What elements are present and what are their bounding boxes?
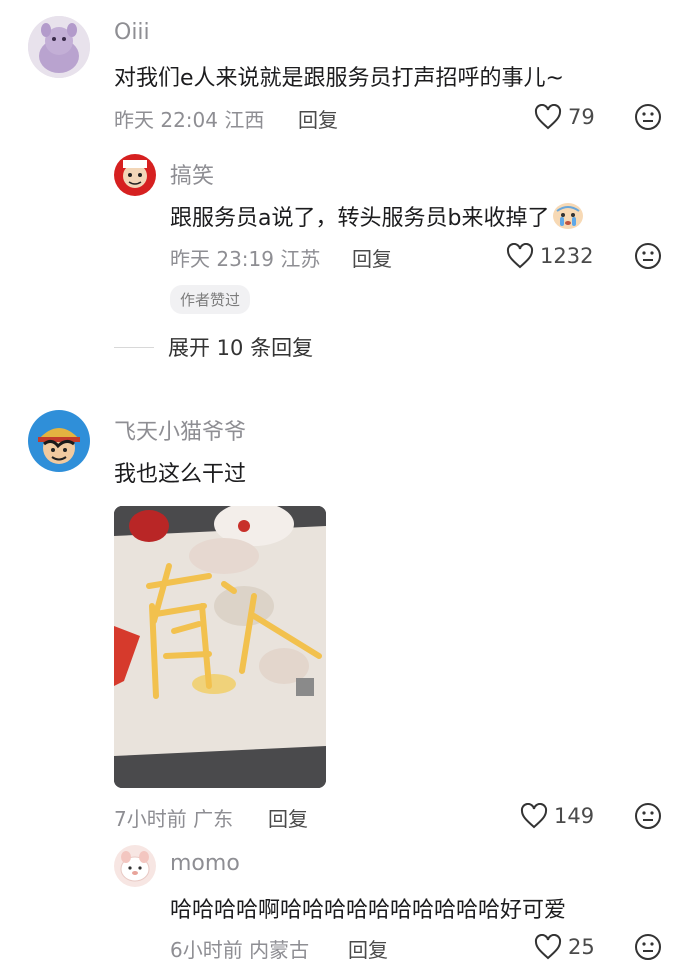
like-button[interactable]: 1232 [506,243,593,269]
comment-username[interactable]: Oiii [114,20,150,45]
dislike-button[interactable] [634,242,662,274]
neutral-face-icon [635,934,661,960]
heart-outline-icon [506,243,534,269]
avatar-momo[interactable] [114,845,156,887]
reply-button[interactable]: 回复 [352,243,392,272]
reply-time: 6小时前 [170,938,243,962]
dislike-button[interactable] [634,933,662,965]
comment-meta: 昨天 22:04 江西 [114,104,264,133]
reply-location: 内蒙古 [249,938,310,962]
neutral-face-icon [635,104,661,130]
comment-image[interactable] [114,506,326,788]
reply-username[interactable]: 搞笑 [170,158,214,190]
reply-content: 跟服务员a说了，转头服务员b来收掉了 [170,200,585,232]
like-count: 25 [568,935,595,959]
reply-text: 跟服务员a说了，转头服务员b来收掉了 [170,206,550,231]
reply-location: 江苏 [280,247,321,271]
divider [114,346,154,348]
crying-face-icon [553,203,584,229]
dislike-button[interactable] [634,103,662,135]
reply-button[interactable]: 回复 [348,934,388,963]
comment-location: 江西 [224,108,265,132]
heart-outline-icon [534,934,562,960]
reply-button[interactable]: 回复 [298,104,338,133]
reply-time: 昨天 23:19 [170,247,274,271]
comment-location: 广东 [193,807,234,831]
like-count: 79 [568,105,595,129]
like-button[interactable]: 25 [534,934,595,960]
comment-content: 对我们e人来说就是跟服务员打声招呼的事儿~ [114,66,564,91]
reply-meta: 6小时前 内蒙古 [170,934,309,963]
reply-username[interactable]: momo [170,851,240,876]
like-button[interactable]: 149 [520,803,594,829]
neutral-face-icon [635,803,661,829]
avatar-feitian[interactable] [28,410,90,472]
heart-outline-icon [534,104,562,130]
dislike-button[interactable] [634,802,662,834]
reply-meta: 昨天 23:19 江苏 [170,243,320,272]
comment-time: 昨天 22:04 [114,108,218,132]
neutral-face-icon [635,243,661,269]
like-button[interactable]: 79 [534,104,595,130]
expand-replies-button[interactable]: 展开 10 条回复 [114,332,313,362]
avatar-oiii[interactable] [28,16,90,78]
author-liked-badge: 作者赞过 [170,285,251,314]
reply-content: 哈哈哈哈啊哈哈哈哈哈哈哈哈哈哈好可爱 [170,898,567,923]
comment-content: 我也这么干过 [114,462,247,487]
comment-username[interactable]: 飞天小猫爷爷 [114,414,246,446]
heart-outline-icon [520,803,548,829]
comment-meta: 7小时前 广东 [114,803,233,832]
expand-replies-label: 展开 10 条回复 [168,336,314,360]
comment-time: 7小时前 [114,807,187,831]
avatar-gaoxiao[interactable] [114,154,156,196]
like-count: 149 [554,804,595,828]
reply-button[interactable]: 回复 [268,803,308,832]
like-count: 1232 [540,244,594,268]
